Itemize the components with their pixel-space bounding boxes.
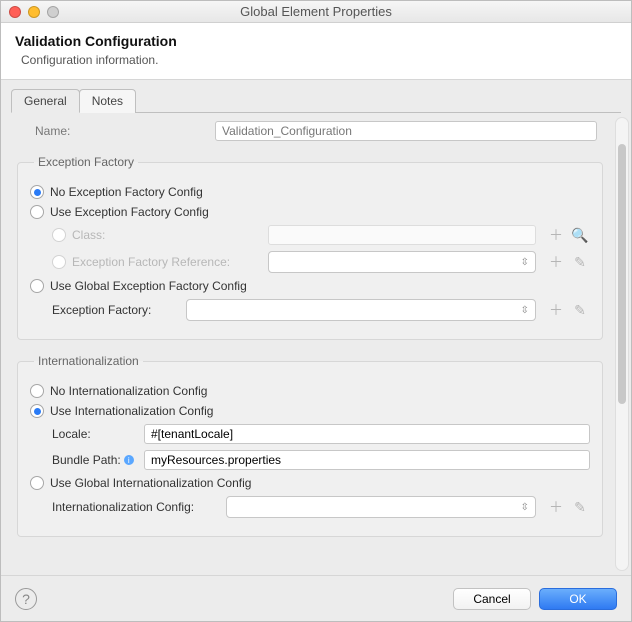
locale-input[interactable]	[144, 424, 590, 444]
add-icon: ＋	[546, 497, 566, 517]
dialog-footer: ? Cancel OK	[1, 575, 631, 621]
page-subtitle: Configuration information.	[21, 53, 617, 67]
exception-ref-row: Exception Factory Reference: ⇳ ＋ ✎	[52, 251, 590, 273]
cancel-button[interactable]: Cancel	[453, 588, 531, 610]
radio-icon	[30, 279, 44, 293]
radio-use-i18n-config[interactable]: Use Internationalization Config	[30, 404, 590, 418]
radio-icon	[30, 185, 44, 199]
tab-notes[interactable]: Notes	[79, 89, 136, 113]
add-icon: ＋	[546, 225, 566, 245]
radio-icon	[30, 404, 44, 418]
radio-icon	[30, 476, 44, 490]
exception-factory-row: Exception Factory: ⇳ ＋ ✎	[52, 299, 590, 321]
radio-use-global-i18n[interactable]: Use Global Internationalization Config	[30, 476, 590, 490]
content-area: Name: Exception Factory No Exception Fac…	[1, 113, 631, 575]
window-title: Global Element Properties	[1, 4, 631, 19]
radio-icon	[52, 255, 66, 269]
info-icon: i	[124, 455, 134, 465]
i18n-config-row: Internationalization Config: ⇳ ＋ ✎	[52, 496, 590, 518]
scrollbar-thumb[interactable]	[618, 144, 626, 404]
dialog-window: Global Element Properties Validation Con…	[0, 0, 632, 622]
name-label: Name:	[35, 124, 215, 138]
edit-icon: ✎	[570, 300, 590, 320]
internationalization-group: Internationalization No Internationaliza…	[17, 354, 603, 537]
exception-factory-group: Exception Factory No Exception Factory C…	[17, 155, 603, 340]
radio-no-exception-config[interactable]: No Exception Factory Config	[30, 185, 590, 199]
help-icon[interactable]: ?	[15, 588, 37, 610]
page-title: Validation Configuration	[15, 33, 617, 49]
minimize-icon[interactable]	[28, 6, 40, 18]
radio-icon	[30, 205, 44, 219]
radio-use-exception-config[interactable]: Use Exception Factory Config	[30, 205, 590, 219]
radio-use-global-exception[interactable]: Use Global Exception Factory Config	[30, 279, 590, 293]
radio-icon	[30, 384, 44, 398]
exception-ref-combo: ⇳	[268, 251, 536, 273]
edit-icon: ✎	[570, 252, 590, 272]
name-row: Name:	[15, 119, 605, 149]
i18n-config-combo[interactable]: ⇳	[226, 496, 536, 518]
tab-general[interactable]: General	[11, 89, 80, 113]
radio-icon	[52, 228, 66, 242]
window-controls	[9, 6, 59, 18]
chevron-updown-icon: ⇳	[521, 502, 529, 513]
dialog-header: Validation Configuration Configuration i…	[1, 23, 631, 80]
close-icon[interactable]	[9, 6, 21, 18]
tab-bar: General Notes	[11, 88, 621, 113]
name-input[interactable]	[215, 121, 597, 141]
vertical-scrollbar[interactable]	[615, 117, 629, 571]
edit-icon: ✎	[570, 497, 590, 517]
class-row: Class: ＋ 🔍	[52, 225, 590, 245]
radio-no-i18n-config[interactable]: No Internationalization Config	[30, 384, 590, 398]
chevron-updown-icon: ⇳	[521, 305, 529, 316]
i18n-config-label: Internationalization Config:	[52, 500, 220, 514]
exception-factory-legend: Exception Factory	[34, 155, 138, 169]
search-icon: 🔍	[570, 225, 590, 245]
bundle-path-row: Bundle Path: i	[52, 450, 590, 470]
bundle-path-label: Bundle Path: i	[52, 453, 138, 467]
bundle-path-input[interactable]	[144, 450, 590, 470]
class-label: Class:	[72, 228, 262, 242]
titlebar: Global Element Properties	[1, 1, 631, 23]
exception-factory-combo[interactable]: ⇳	[186, 299, 536, 321]
add-icon: ＋	[546, 252, 566, 272]
chevron-updown-icon: ⇳	[521, 257, 529, 268]
exception-ref-label: Exception Factory Reference:	[72, 255, 262, 269]
zoom-icon	[47, 6, 59, 18]
locale-row: Locale:	[52, 424, 590, 444]
exception-factory-label: Exception Factory:	[52, 303, 180, 317]
class-input	[268, 225, 536, 245]
locale-label: Locale:	[52, 427, 138, 441]
scroll-area: Name: Exception Factory No Exception Fac…	[15, 119, 623, 575]
add-icon: ＋	[546, 300, 566, 320]
internationalization-legend: Internationalization	[34, 354, 143, 368]
ok-button[interactable]: OK	[539, 588, 617, 610]
